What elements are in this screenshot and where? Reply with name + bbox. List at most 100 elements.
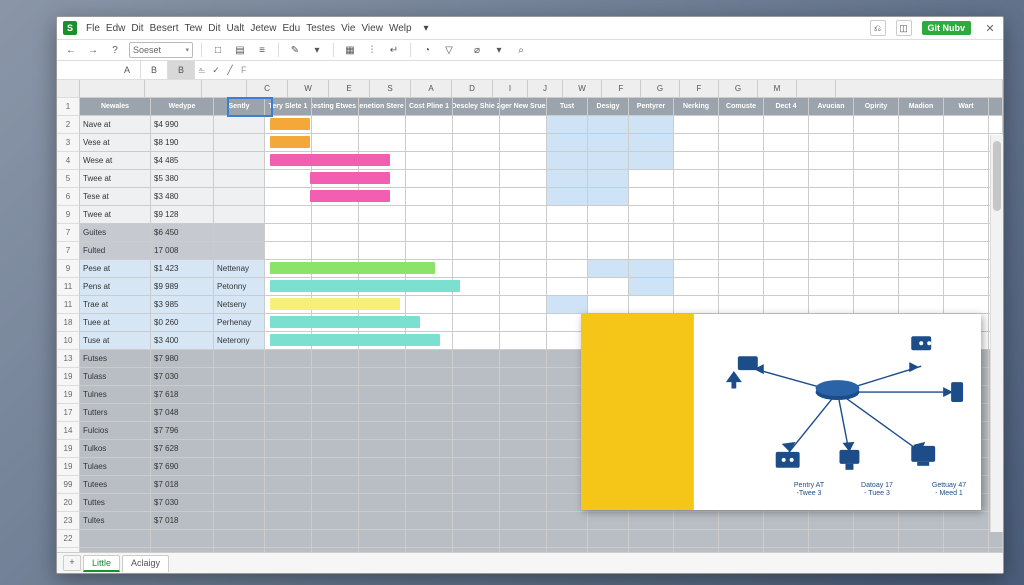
column-header-cell[interactable]: Denetion Stere 1 [359, 98, 406, 115]
align-icon[interactable]: ≡ [254, 42, 270, 58]
underline-icon[interactable]: ▤ [232, 42, 248, 58]
column-header-cell[interactable]: Inger New Srue 1 [500, 98, 547, 115]
column-header-cell[interactable]: Descley Shie 2 [453, 98, 500, 115]
column-header-cell[interactable]: Avucian [809, 98, 854, 115]
more-icon[interactable]: ▾ [491, 42, 507, 58]
gantt-bar[interactable] [270, 262, 435, 274]
close-icon[interactable]: ✕ [983, 22, 997, 35]
check-icon[interactable]: ✓ [209, 65, 223, 76]
menu-item[interactable]: Dit [128, 22, 146, 35]
col-chip[interactable]: B [168, 61, 195, 79]
column-header-cell[interactable]: Desigy [588, 98, 629, 115]
table-row[interactable]: Pese at$1 423Nettenay [80, 260, 1003, 278]
column-header-cell[interactable]: Tust [547, 98, 588, 115]
column-header-cell[interactable]: Resting Etwes 1 [312, 98, 359, 115]
table-row[interactable] [80, 530, 1003, 548]
menu-item[interactable]: Tew [182, 22, 206, 35]
diagram-label: Pentry AT-Twee 3 [784, 482, 834, 497]
table-row[interactable]: Vese at$8 190 [80, 134, 1003, 152]
merge-icon[interactable]: ⫶ [364, 42, 380, 58]
primary-action-button[interactable]: Git Nubv [922, 21, 972, 35]
menu-item[interactable]: View [358, 22, 386, 35]
forward-icon[interactable]: → [85, 42, 101, 58]
bold-icon[interactable]: □ [210, 42, 226, 58]
gantt-bar[interactable] [270, 298, 400, 310]
menu-item[interactable]: Edw [103, 22, 128, 35]
table-row[interactable]: Fulted17 008 [80, 242, 1003, 260]
menu-dropdown-icon[interactable]: ▾ [421, 22, 432, 35]
col-chip[interactable]: A [114, 61, 141, 79]
menu-item[interactable]: Vie [338, 22, 358, 35]
menu-item[interactable]: Fle [83, 22, 103, 35]
gantt-bar[interactable] [270, 280, 460, 292]
table-row[interactable]: Nave at$4 990 [80, 116, 1003, 134]
share-icon[interactable]: ◫ [896, 20, 912, 36]
sheet-tab[interactable]: Little [83, 555, 120, 572]
gantt-bar[interactable] [270, 316, 420, 328]
filter-icon[interactable]: ▽ [441, 42, 457, 58]
add-sheet-button[interactable]: + [63, 555, 81, 571]
column-header-cell[interactable]: Nerking [674, 98, 719, 115]
vertical-scrollbar[interactable] [990, 135, 1003, 532]
table-row[interactable]: Trae at$3 985Netseny [80, 296, 1003, 314]
vertical-scroll-thumb[interactable] [993, 141, 1001, 211]
column-header-cell[interactable]: Comuste [719, 98, 764, 115]
menu-item[interactable]: Welp [386, 22, 415, 35]
cancel-icon[interactable]: ╱ [223, 65, 237, 76]
app-window: S FleEdwDitBesertTewDitUaltJetewEduTeste… [56, 16, 1004, 574]
menu-item[interactable]: Ualt [224, 22, 248, 35]
menu-item[interactable]: Besert [147, 22, 182, 35]
diagram-label: Gettuay 47- Meed 1 [924, 482, 974, 497]
table-row[interactable]: Tese at$3 480 [80, 188, 1003, 206]
column-header-cell[interactable]: Pentyrer [629, 98, 674, 115]
paint-icon[interactable]: ✎ [287, 42, 303, 58]
gantt-bar[interactable] [310, 190, 390, 202]
formula-input[interactable]: F [237, 65, 1003, 75]
column-header-cell[interactable]: Opirity [854, 98, 899, 115]
borders-icon[interactable]: ▦ [342, 42, 358, 58]
table-row[interactable]: Tultes$7 018 [80, 512, 1003, 530]
sheet-tab[interactable]: Aclaigy [122, 555, 169, 572]
help-icon[interactable]: ? [107, 42, 123, 58]
column-header-cell[interactable]: Tery Slete 1 [265, 98, 312, 115]
gantt-bar[interactable] [310, 172, 390, 184]
name-box[interactable]: Soeset▾ [129, 42, 193, 58]
gantt-bar[interactable] [270, 118, 310, 130]
table-row[interactable]: Wese at$4 485 [80, 152, 1003, 170]
diagram-overlay[interactable]: Pentry AT-Twee 3Datoay 17- Tuee 3Gettuay… [581, 314, 981, 510]
column-header-cell[interactable]: Wedype [151, 98, 214, 115]
column-headers[interactable]: CWESADIJWFGFGM [80, 80, 1003, 98]
fx-icon[interactable]: ⎁ [195, 65, 209, 76]
menu-item[interactable]: Dit [205, 22, 223, 35]
history-icon[interactable]: ⎌ [870, 20, 886, 36]
col-chip[interactable]: B [141, 61, 168, 79]
table-row[interactable]: Twee at$9 128 [80, 206, 1003, 224]
menu-item[interactable]: Jetew [247, 22, 279, 35]
column-header-cell[interactable]: Newales [80, 98, 151, 115]
table-row[interactable]: Twee at$5 380 [80, 170, 1003, 188]
comment-icon[interactable]: ⌀ [469, 42, 485, 58]
wrap-icon[interactable]: ↵ [386, 42, 402, 58]
table-row[interactable]: Pens at$9 989Petonny [80, 278, 1003, 296]
column-header-cell[interactable]: Wart [944, 98, 989, 115]
column-header-cell[interactable]: Madion [899, 98, 944, 115]
table-row[interactable]: Guites$6 450 [80, 224, 1003, 242]
column-header-cell[interactable]: Dect 4 [764, 98, 809, 115]
formula-bar: ABB ⎁ ✓ ╱ F [57, 61, 1003, 80]
gantt-bar[interactable] [270, 136, 310, 148]
gantt-bar[interactable] [270, 334, 440, 346]
back-icon[interactable]: ← [63, 42, 79, 58]
row-headers[interactable]: 1234569779111118101319191714191999202322… [57, 80, 80, 552]
app-logo-icon: S [63, 21, 77, 35]
table-row[interactable]: Twtws$7 018 [80, 548, 1003, 552]
search-icon[interactable]: ⌕ [513, 42, 529, 58]
menu-item[interactable]: Testes [303, 22, 338, 35]
network-diagram: Pentry AT-Twee 3Datoay 17- Tuee 3Gettuay… [694, 314, 981, 510]
chart-icon[interactable]: ◔ [419, 42, 435, 58]
column-header-cell[interactable]: Cost Pline 1 [406, 98, 453, 115]
column-header-cell[interactable]: Sently [214, 98, 265, 115]
fill-icon[interactable]: ▾ [309, 42, 325, 58]
gantt-bar[interactable] [270, 154, 390, 166]
menu-item[interactable]: Edu [279, 22, 303, 35]
spreadsheet-grid[interactable]: 1234569779111118101319191714191999202322… [57, 80, 1003, 552]
